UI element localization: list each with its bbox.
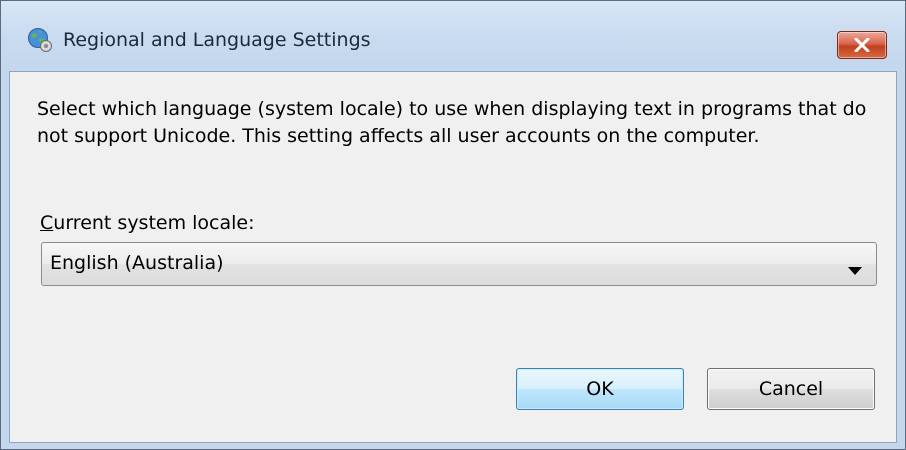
access-key: C	[40, 212, 54, 234]
selected-locale: English (Australia)	[50, 252, 224, 274]
locale-label-text: urrent system locale:	[53, 212, 255, 234]
chevron-down-icon	[848, 260, 862, 279]
cancel-button[interactable]: Cancel	[707, 368, 875, 410]
dialog-window: Regional and Language Settings Select wh…	[0, 0, 906, 450]
system-locale-dropdown[interactable]: English (Australia)	[41, 242, 877, 286]
close-icon	[854, 38, 870, 52]
close-button[interactable]	[837, 31, 887, 59]
globe-settings-icon	[27, 27, 53, 53]
dialog-content: Select which language (system locale) to…	[9, 71, 897, 443]
ok-button[interactable]: OK	[516, 368, 684, 410]
current-system-locale-label: Current system locale:	[40, 212, 255, 234]
title-bar[interactable]: Regional and Language Settings	[1, 1, 905, 71]
description-text: Select which language (system locale) to…	[37, 98, 867, 147]
window-title: Regional and Language Settings	[63, 29, 371, 51]
